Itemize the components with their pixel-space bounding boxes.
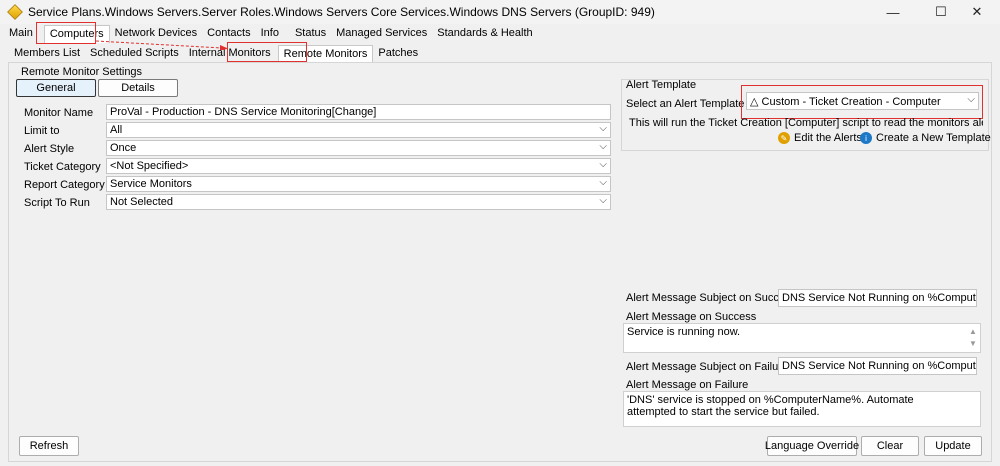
app-icon bbox=[7, 4, 23, 20]
minimize-button[interactable]: — bbox=[870, 0, 916, 24]
tab-internal-monitors[interactable]: Internal Monitors bbox=[184, 45, 276, 63]
tab-standards-health[interactable]: Standards & Health bbox=[432, 25, 537, 43]
tab-remote-monitors[interactable]: Remote Monitors bbox=[277, 45, 374, 63]
chevron-down-icon: ⌵ bbox=[599, 195, 607, 206]
tab-computers[interactable]: Computers bbox=[43, 25, 110, 43]
tab-patches[interactable]: Patches bbox=[373, 45, 423, 63]
update-button[interactable]: Update bbox=[924, 436, 982, 456]
failure-subject-label: Alert Message Subject on Failure: bbox=[626, 361, 792, 373]
success-message-label: Alert Message on Success bbox=[626, 311, 757, 323]
sub-tab-bar: Members List Scheduled Scripts Internal … bbox=[9, 45, 423, 63]
general-toggle[interactable]: General bbox=[16, 79, 96, 97]
tab-members-list[interactable]: Members List bbox=[9, 45, 85, 63]
report-category-label: Report Category bbox=[24, 179, 105, 191]
script-to-run-value: Not Selected bbox=[110, 196, 173, 208]
chevron-down-icon: ⌵ bbox=[599, 159, 607, 170]
chevron-down-icon: ⌵ bbox=[599, 177, 607, 188]
report-category-select[interactable]: Service Monitors ⌵ bbox=[106, 176, 611, 192]
success-message-field[interactable]: Service is running now. ▲ ▼ bbox=[623, 323, 981, 353]
remote-monitor-settings-title: Remote Monitor Settings bbox=[21, 66, 143, 78]
alert-style-label: Alert Style bbox=[24, 143, 75, 155]
success-message-text: Service is running now. bbox=[627, 326, 741, 338]
tab-contacts[interactable]: Contacts bbox=[202, 25, 255, 43]
clear-button[interactable]: Clear bbox=[861, 436, 919, 456]
alert-template-value: △ Custom - Ticket Creation - Computer bbox=[750, 96, 941, 108]
close-button[interactable]: ✕ bbox=[954, 0, 1000, 24]
script-to-run-select[interactable]: Not Selected ⌵ bbox=[106, 194, 611, 210]
failure-message-text: 'DNS' service is stopped on %ComputerNam… bbox=[627, 394, 914, 418]
create-template-label: Create a New Template bbox=[876, 132, 991, 144]
tab-info[interactable]: Info bbox=[256, 25, 284, 43]
success-subject-label: Alert Message Subject on Success: bbox=[626, 292, 800, 304]
tab-status[interactable]: Status bbox=[290, 25, 331, 43]
ticket-category-label: Ticket Category bbox=[24, 161, 101, 173]
script-to-run-label: Script To Run bbox=[24, 197, 90, 209]
limit-to-select[interactable]: All ⌵ bbox=[106, 122, 611, 138]
remote-monitor-panel: Remote Monitor Settings General Details … bbox=[8, 62, 992, 462]
select-alert-template-label: Select an Alert Template bbox=[626, 98, 745, 110]
chevron-down-icon: ⌵ bbox=[599, 141, 607, 152]
tab-network-devices[interactable]: Network Devices bbox=[110, 25, 203, 43]
tab-scheduled-scripts[interactable]: Scheduled Scripts bbox=[85, 45, 184, 63]
main-tab-bar: Main Computers Network Devices Contacts … bbox=[4, 25, 538, 43]
success-message-scrollbar[interactable]: ▲ ▼ bbox=[966, 324, 980, 352]
alert-style-value: Once bbox=[110, 142, 137, 154]
failure-message-label: Alert Message on Failure bbox=[626, 379, 749, 391]
alert-style-select[interactable]: Once ⌵ bbox=[106, 140, 611, 156]
edit-alerts-label: Edit the Alerts bbox=[794, 132, 862, 144]
success-subject-field[interactable]: DNS Service Not Running on %ComputerName… bbox=[778, 289, 977, 307]
info-icon: i bbox=[860, 132, 872, 144]
monitor-name-field[interactable]: ProVal - Production - DNS Service Monito… bbox=[106, 104, 611, 120]
edit-icon: ✎ bbox=[778, 132, 790, 144]
chevron-down-icon: ⌵ bbox=[967, 94, 975, 105]
tab-managed-services[interactable]: Managed Services bbox=[331, 25, 432, 43]
scroll-down-icon: ▼ bbox=[969, 339, 977, 348]
report-category-value: Service Monitors bbox=[110, 178, 192, 190]
title-bar: Service Plans.Windows Servers.Server Rol… bbox=[0, 0, 1000, 24]
failure-message-field[interactable]: 'DNS' service is stopped on %ComputerNam… bbox=[623, 391, 981, 427]
chevron-down-icon: ⌵ bbox=[599, 123, 607, 134]
edit-alerts-link[interactable]: ✎ Edit the Alerts bbox=[778, 132, 862, 144]
refresh-button[interactable]: Refresh bbox=[19, 436, 79, 456]
ticket-category-select[interactable]: <Not Specified> ⌵ bbox=[106, 158, 611, 174]
scroll-up-icon: ▲ bbox=[969, 327, 977, 336]
tab-main[interactable]: Main bbox=[4, 25, 38, 43]
ticket-category-value: <Not Specified> bbox=[110, 160, 189, 172]
failure-subject-field[interactable]: DNS Service Not Running on %ComputerName… bbox=[778, 357, 977, 375]
create-template-link[interactable]: i Create a New Template bbox=[860, 132, 991, 144]
alert-template-description: This will run the Ticket Creation [Compu… bbox=[629, 117, 983, 129]
alert-template-select[interactable]: △ Custom - Ticket Creation - Computer ⌵ bbox=[746, 92, 979, 110]
details-toggle[interactable]: Details bbox=[98, 79, 178, 97]
limit-to-value: All bbox=[110, 124, 123, 136]
language-override-button[interactable]: Language Override bbox=[765, 436, 859, 456]
limit-to-label: Limit to bbox=[24, 125, 60, 137]
window-title: Service Plans.Windows Servers.Server Rol… bbox=[28, 5, 655, 19]
monitor-name-label: Monitor Name bbox=[24, 107, 94, 119]
